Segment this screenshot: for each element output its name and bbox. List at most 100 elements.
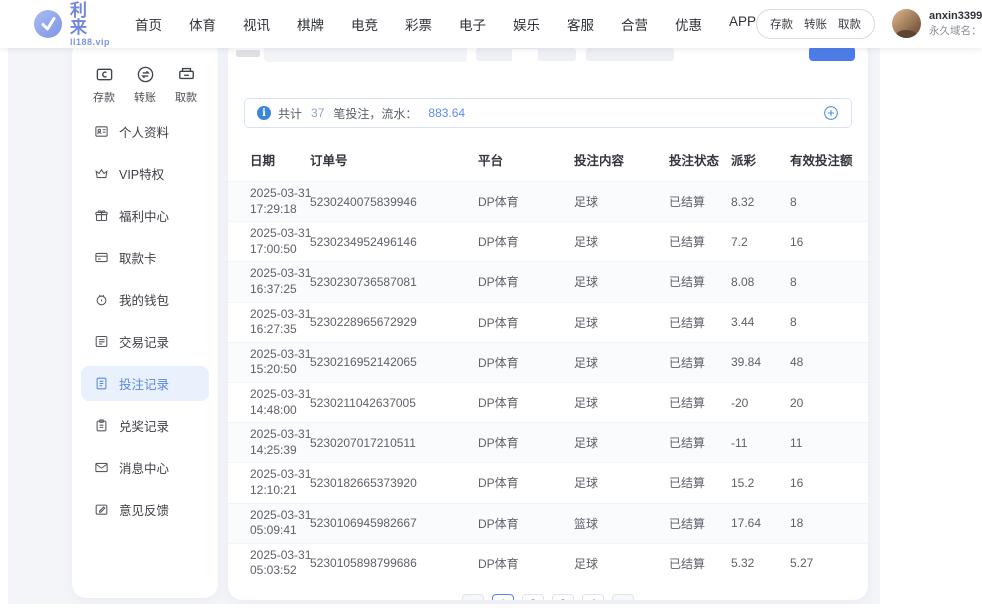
sidebar-item-welfare[interactable]: 福利中心 <box>81 198 209 233</box>
cell-date: 2025-03-31 <box>250 508 308 524</box>
document-icon <box>94 376 109 391</box>
cell-date: 2025-03-31 <box>250 548 308 564</box>
id-card-icon <box>94 124 109 139</box>
cell-status: 已结算 <box>669 543 731 583</box>
summary-count: 37 <box>311 106 324 120</box>
cell-status: 已结算 <box>669 182 731 222</box>
next-page-button[interactable]: › <box>612 594 634 600</box>
sidebar-item-label: 个人资料 <box>119 122 169 141</box>
nav-esports[interactable]: 电竞 <box>351 14 378 34</box>
page-button-4[interactable]: 4 <box>582 594 604 600</box>
bet-records-table: 日期 订单号 平台 投注内容 投注状态 派彩 有效投注额 2025-03-311… <box>228 138 868 583</box>
nav-cards[interactable]: 棋牌 <box>297 14 324 34</box>
feedback-icon <box>94 502 109 517</box>
sidebar-item-profile[interactable]: 个人资料 <box>81 114 209 149</box>
withdraw-icon <box>177 65 196 84</box>
brand-logo[interactable]: 利来 ll188.vip <box>33 2 110 47</box>
cell-date: 2025-03-31 <box>250 467 308 483</box>
cell-valid: 8 <box>790 182 868 222</box>
nav-lottery[interactable]: 彩票 <box>405 14 432 34</box>
nav-service[interactable]: 客服 <box>567 14 594 34</box>
envelope-icon <box>94 460 109 475</box>
cell-platform: DP体育 <box>478 222 574 262</box>
cell-date: 2025-03-31 <box>250 427 308 443</box>
cell-platform: DP体育 <box>478 543 574 583</box>
search-button[interactable] <box>809 47 855 61</box>
cell-date: 2025-03-31 <box>250 347 308 363</box>
sidebar-item-bet-records[interactable]: 投注记录 <box>81 366 209 401</box>
list-icon <box>94 334 109 349</box>
page-button-2[interactable]: 2 <box>522 594 544 600</box>
nav-sports[interactable]: 体育 <box>189 14 216 34</box>
top-header: 利来 ll188.vip 首页 体育 视讯 棋牌 电竞 彩票 电子 娱乐 客服 … <box>0 0 982 48</box>
quick-action-deposit[interactable]: 存款 <box>93 65 115 105</box>
sidebar-item-label: 兑奖记录 <box>119 416 169 435</box>
expand-plus-icon[interactable] <box>823 105 839 121</box>
cell-payout: -20 <box>731 382 790 422</box>
transfer-icon <box>136 65 155 84</box>
sidebar-item-redeem-records[interactable]: 兑奖记录 <box>81 408 209 443</box>
cell-payout: -11 <box>731 423 790 463</box>
sidebar-item-messages[interactable]: 消息中心 <box>81 450 209 485</box>
cell-status: 已结算 <box>669 382 731 422</box>
cell-order: 5230240075839946 <box>310 182 478 222</box>
quick-action-label: 取款 <box>175 89 197 105</box>
filter-order-input[interactable] <box>264 48 467 62</box>
sidebar-item-label: 意见反馈 <box>119 500 169 519</box>
cell-time: 12:10:21 <box>250 483 308 499</box>
cell-order: 5230216952142065 <box>310 342 478 382</box>
summary-prefix: 共计 <box>278 105 302 122</box>
col-date: 日期 <box>228 138 310 182</box>
prev-page-button[interactable]: ‹ <box>462 594 484 600</box>
cell-payout: 7.2 <box>731 222 790 262</box>
table-row: 2025-03-3105:03:52 5230105898799686 DP体育… <box>228 543 868 583</box>
cell-order: 5230234952496146 <box>310 222 478 262</box>
page-button-1[interactable]: 1 <box>492 594 514 600</box>
cell-platform: DP体育 <box>478 342 574 382</box>
cell-time: 05:09:41 <box>250 523 308 539</box>
username: anxin3399 <box>929 10 982 22</box>
cell-content: 足球 <box>574 423 669 463</box>
quick-action-transfer[interactable]: 转账 <box>134 65 156 105</box>
page-button-3[interactable]: 3 <box>552 594 574 600</box>
sidebar-item-transactions[interactable]: 交易记录 <box>81 324 209 359</box>
avatar[interactable] <box>892 9 921 38</box>
cell-valid: 20 <box>790 382 868 422</box>
nav-live[interactable]: 视讯 <box>243 14 270 34</box>
brand-domain: ll188.vip <box>70 38 110 47</box>
cell-order: 5230207017210511 <box>310 423 478 463</box>
sidebar-item-label: 交易记录 <box>119 332 169 351</box>
pill-withdraw-button[interactable]: 取款 <box>838 16 861 32</box>
pill-transfer-button[interactable]: 转账 <box>804 16 827 32</box>
sidebar-item-wallet[interactable]: 我的钱包 <box>81 282 209 317</box>
sidebar-item-feedback[interactable]: 意见反馈 <box>81 492 209 527</box>
nav-slots[interactable]: 电子 <box>459 14 486 34</box>
nav-entertainment[interactable]: 娱乐 <box>513 14 540 34</box>
quick-action-withdraw[interactable]: 取款 <box>175 65 197 105</box>
table-row: 2025-03-3117:29:18 5230240075839946 DP体育… <box>228 182 868 222</box>
cell-platform: DP体育 <box>478 262 574 302</box>
cell-content: 足球 <box>574 302 669 342</box>
sidebar-item-label: VIP特权 <box>119 164 164 183</box>
table-header-row: 日期 订单号 平台 投注内容 投注状态 派彩 有效投注额 <box>228 138 868 182</box>
table-row: 2025-03-3116:27:35 5230228965672929 DP体育… <box>228 302 868 342</box>
sidebar-quick-actions: 存款 转账 取款 <box>72 40 218 105</box>
table-row: 2025-03-3115:20:50 5230216952142065 DP体育… <box>228 342 868 382</box>
nav-promo[interactable]: 优惠 <box>675 14 702 34</box>
pill-deposit-button[interactable]: 存款 <box>770 16 793 32</box>
sidebar-item-vip[interactable]: VIP特权 <box>81 156 209 191</box>
nav-app[interactable]: APP <box>729 14 756 34</box>
table-row: 2025-03-3114:25:39 5230207017210511 DP体育… <box>228 423 868 463</box>
cell-time: 16:27:35 <box>250 322 308 338</box>
cell-status: 已结算 <box>669 262 731 302</box>
sidebar-item-withdraw-card[interactable]: 取款卡 <box>81 240 209 275</box>
filter-type-toggle[interactable] <box>586 48 674 61</box>
filter-view-toggle[interactable] <box>476 48 576 61</box>
main-panel: i 共计37笔投注，流水：883.64 日期 订单号 平台 投注内容 投注状态 … <box>228 40 868 600</box>
nav-home[interactable]: 首页 <box>135 14 162 34</box>
pagination: ‹ 1 2 3 4 › <box>228 594 868 600</box>
cell-order: 5230105898799686 <box>310 543 478 583</box>
filter-label <box>236 50 260 57</box>
nav-partner[interactable]: 合营 <box>621 14 648 34</box>
cell-platform: DP体育 <box>478 182 574 222</box>
